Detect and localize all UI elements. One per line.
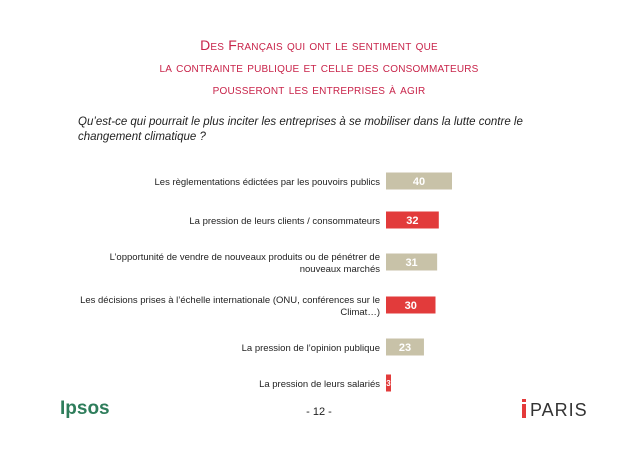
- category-label-line: Les décisions prises à l’échelle interna…: [80, 295, 380, 306]
- paris-label: PARIS: [530, 400, 588, 420]
- bar-value-label-0: 40: [413, 176, 425, 188]
- category-label-5: La pression de leurs salariés: [259, 379, 380, 390]
- category-label-line: La pression de l’opinion publique: [242, 343, 380, 354]
- category-label-line: Climat…): [340, 307, 380, 318]
- bar-value-label-2: 31: [405, 257, 417, 269]
- bar-value-label-4: 23: [399, 342, 411, 354]
- category-label-line: La pression de leurs salariés: [259, 379, 380, 390]
- category-label-1: La pression de leurs clients / consommat…: [189, 216, 380, 227]
- paris-logo: PARIS: [522, 398, 588, 421]
- category-label-line: nouveaux marchés: [300, 264, 381, 275]
- paris-mark-icon: [522, 398, 526, 418]
- category-label-line: La pression de leurs clients / consommat…: [189, 216, 380, 227]
- category-label-line: L’opportunité de vendre de nouveaux prod…: [110, 252, 380, 263]
- bar-chart: 40 Les règlementations édictées par les p…: [80, 172, 452, 392]
- category-label-line: Les règlementations édictées par les pou…: [155, 177, 381, 188]
- category-label-4: La pression de l’opinion publique: [242, 343, 380, 354]
- category-label-0: Les règlementations édictées par les pou…: [155, 177, 381, 188]
- bar-value-label-1: 32: [406, 215, 418, 227]
- bar-value-label-3: 30: [405, 300, 417, 312]
- category-label-3: Les décisions prises à l’échelle interna…: [80, 295, 380, 318]
- category-label-2: L’opportunité de vendre de nouveaux prod…: [110, 252, 381, 275]
- bar-value-label-5: 3: [386, 379, 391, 388]
